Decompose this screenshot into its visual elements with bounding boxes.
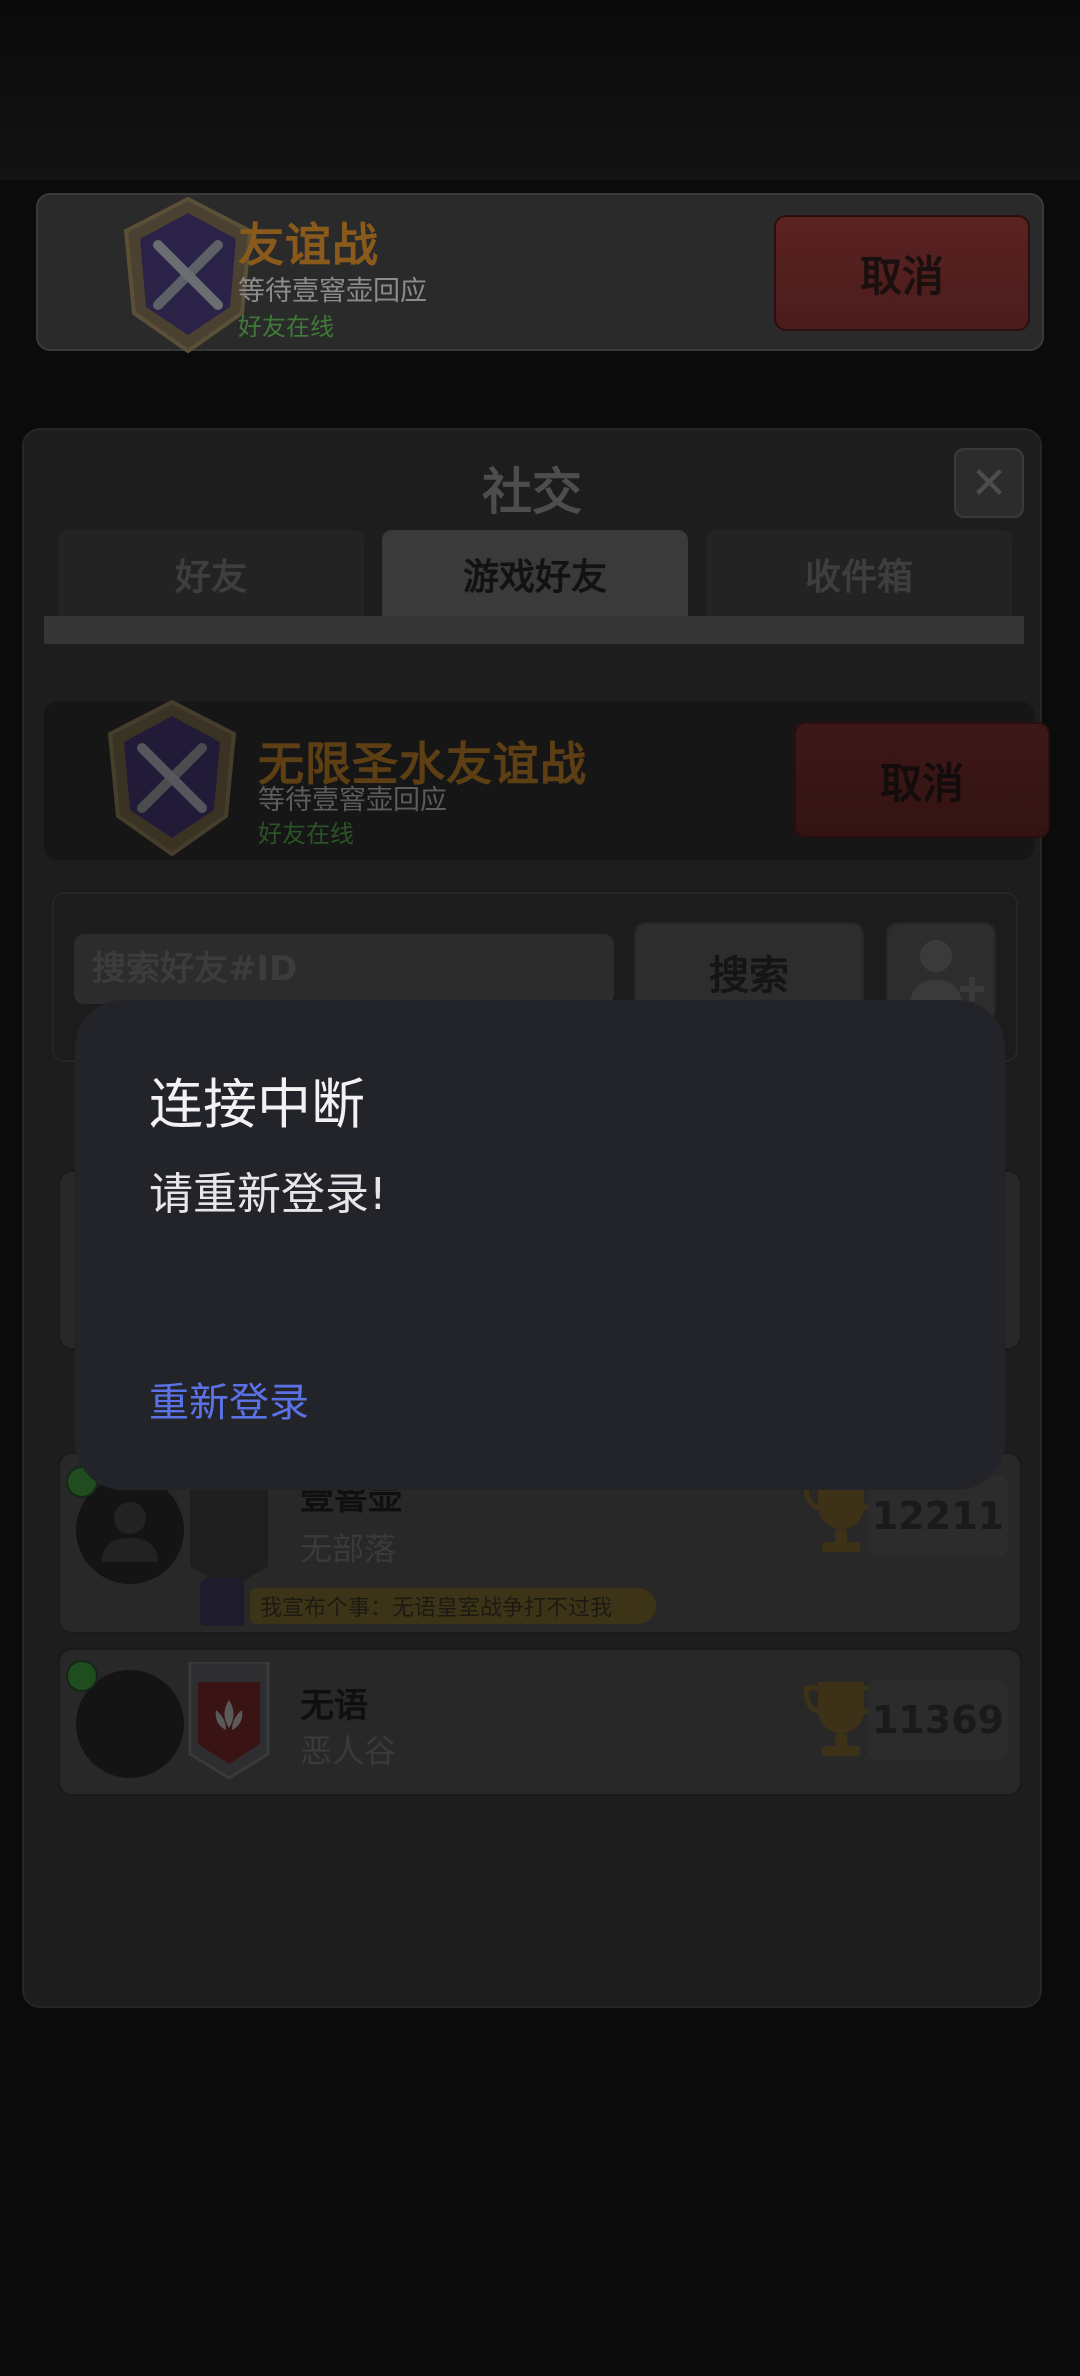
- challenge-subtitle: 等待壹窨壶回应: [258, 785, 447, 816]
- friend-clan: 恶人谷: [300, 1732, 397, 1770]
- challenge-cancel-button[interactable]: 取消: [794, 722, 1050, 838]
- friendly-battle-banner: 友谊战 等待壹窨壶回应 好友在线 取消: [36, 193, 1044, 354]
- tab-underline: [44, 616, 1024, 644]
- tab-game-friends[interactable]: 游戏好友: [382, 530, 688, 618]
- panel-title: 社交: [482, 463, 582, 521]
- friend-clan: 无部落: [300, 1530, 397, 1568]
- banner-title: 友谊战: [238, 218, 379, 272]
- tab-bar: 好友 游戏好友 收件箱: [44, 530, 1024, 630]
- close-icon[interactable]: ✕: [954, 448, 1024, 518]
- dialog-title: 连接中断: [149, 1073, 365, 1136]
- crossed-swords-shield-icon: [118, 195, 258, 355]
- friend-card[interactable]: 无语 恶人谷 11369: [58, 1648, 1022, 1796]
- trophy-icon: [803, 1678, 879, 1760]
- banner-cancel-button[interactable]: 取消: [774, 215, 1030, 331]
- tab-friends[interactable]: 好友: [58, 530, 364, 618]
- lotus-clan-badge-icon: [188, 1660, 270, 1782]
- challenge-status: 好友在线: [258, 820, 354, 848]
- friend-name: 无语: [300, 1686, 368, 1726]
- relogin-button[interactable]: 重新登录: [149, 1370, 309, 1428]
- banner-status: 好友在线: [238, 313, 334, 341]
- king-avatar-icon: [200, 1578, 244, 1626]
- online-indicator: [66, 1660, 98, 1692]
- search-input[interactable]: [74, 934, 614, 1004]
- trophy-count: 11369: [868, 1680, 1008, 1760]
- empty-clan-badge-icon: [188, 1474, 270, 1594]
- connection-lost-dialog: 连接中断 请重新登录! 重新登录: [75, 1000, 1005, 1490]
- dialog-message: 请重新登录!: [149, 1169, 387, 1220]
- tab-inbox[interactable]: 收件箱: [706, 530, 1012, 618]
- banner-subtitle: 等待壹窨壶回应: [238, 276, 427, 307]
- friend-status-message: 我宣布个事：无语皇室战争打不过我: [250, 1588, 657, 1624]
- elixir-challenge-row: 无限圣水友谊战 等待壹窨壶回应 好友在线 取消: [44, 699, 1050, 860]
- crossed-swords-shield-icon: [102, 698, 242, 858]
- top-header-area: [0, 0, 1080, 180]
